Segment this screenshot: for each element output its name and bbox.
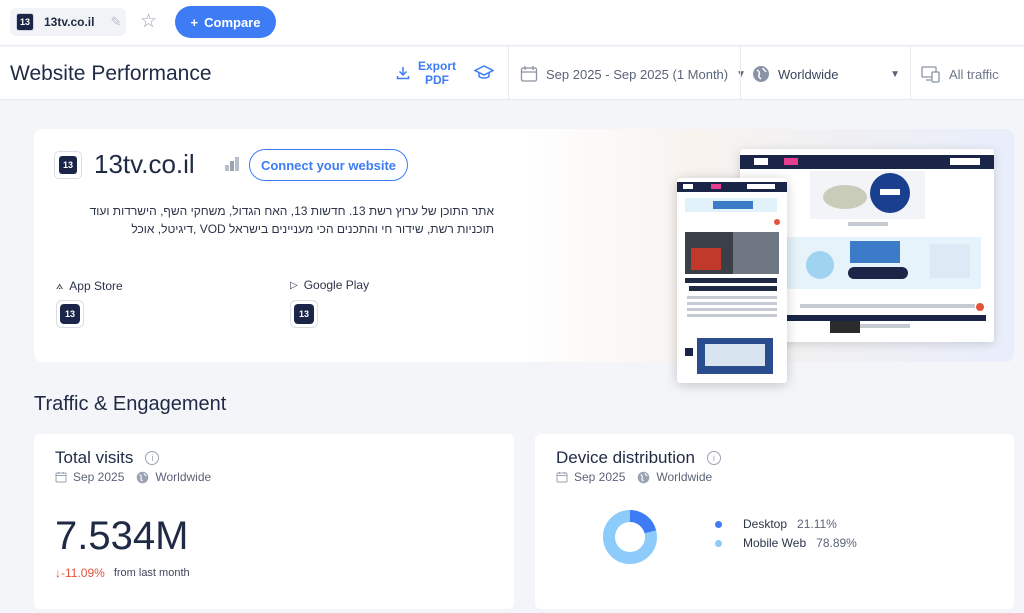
- plus-icon: +: [190, 14, 199, 30]
- compare-label: Compare: [204, 14, 261, 30]
- legend-dot: [715, 539, 722, 547]
- pencil-icon[interactable]: ✎: [110, 14, 121, 30]
- total-visits-meta: Sep 2025 Worldwide: [55, 470, 211, 484]
- top-bar: 13 13tv.co.il ✎ ☆ + Compare: [0, 0, 1024, 46]
- site-logo-mark: 13: [59, 156, 77, 174]
- date-range-selector[interactable]: Sep 2025 - Sep 2025 (1 Month) ▼: [520, 65, 746, 83]
- total-visits-value: 7.534M: [55, 514, 189, 558]
- total-visits-title: Total visits i: [55, 448, 160, 468]
- section-title: Traffic & Engagement: [34, 393, 227, 415]
- divider: [508, 47, 509, 100]
- device-distribution-meta: Sep 2025 Worldwide: [556, 470, 712, 484]
- info-icon[interactable]: i: [145, 451, 160, 465]
- legend-value: 21.11%: [797, 517, 837, 531]
- app-icon-mark: 13: [60, 304, 80, 324]
- star-icon[interactable]: ☆: [140, 10, 157, 33]
- total-visits-period: Sep 2025: [73, 470, 125, 484]
- total-visits-card: Total visits i Sep 2025 Worldwide 7.534M…: [34, 434, 514, 609]
- app-store-text: App Store: [69, 278, 123, 293]
- site-logo: 13: [54, 151, 82, 179]
- mobile-screenshot-image: [677, 182, 787, 374]
- calendar-icon: [520, 66, 538, 82]
- site-domain: 13tv.co.il: [94, 149, 195, 179]
- google-play-icon: ▷: [290, 279, 298, 291]
- site-chip[interactable]: 13 13tv.co.il ✎: [10, 8, 126, 36]
- site-chip-name: 13tv.co.il: [44, 15, 95, 29]
- total-visits-geo: Worldwide: [155, 470, 212, 484]
- chevron-down-icon: ▼: [736, 68, 747, 80]
- traffic-type-selector[interactable]: All traffic: [921, 65, 999, 83]
- export-line-2: PDF: [425, 73, 449, 87]
- device-distribution-geo: Worldwide: [656, 470, 713, 484]
- device-distribution-card: Device distribution i Sep 2025 Worldwide…: [535, 434, 1014, 609]
- total-visits-title-text: Total visits: [55, 448, 134, 467]
- device-distribution-period: Sep 2025: [574, 470, 626, 484]
- graduation-cap-icon[interactable]: [474, 64, 494, 80]
- app-store-label: ⟑ App Store: [56, 278, 123, 293]
- mobile-screenshot: [677, 178, 787, 383]
- devices-icon: [921, 66, 940, 83]
- app-icon-mark: 13: [294, 304, 314, 324]
- country-text: Worldwide: [778, 66, 839, 82]
- connect-website-button[interactable]: Connect your website: [249, 149, 408, 181]
- app-store-app-icon[interactable]: 13: [56, 300, 84, 328]
- total-visits-change-note: from last month: [113, 567, 190, 579]
- export-line-1: Export: [418, 59, 457, 73]
- page-title: Website Performance: [10, 62, 212, 85]
- total-visits-change: ↓-11.09% from last month: [55, 566, 190, 580]
- total-visits-change-value: -11.09%: [61, 566, 105, 580]
- google-play-text: Google Play: [303, 278, 370, 292]
- globe-icon: [137, 471, 149, 483]
- legend-label: Desktop: [743, 517, 788, 531]
- page-header: Website Performance Export PDF Sep 2025 -…: [0, 47, 1024, 100]
- legend-label: Mobile Web: [743, 536, 807, 550]
- chevron-down-icon: ▼: [890, 68, 900, 80]
- device-distribution-title-text: Device distribution: [556, 448, 695, 467]
- legend-mobile-web: Mobile Web 78.89%: [715, 536, 857, 550]
- globe-icon: [753, 66, 769, 82]
- rank-bars-icon: [225, 157, 239, 171]
- calendar-icon: [556, 472, 568, 483]
- traffic-type-text: All traffic: [949, 66, 999, 82]
- divider: [910, 47, 911, 100]
- legend-value: 78.89%: [816, 536, 857, 550]
- google-play-app-icon[interactable]: 13: [290, 300, 318, 328]
- legend-dot: [715, 520, 722, 528]
- app-store-icon: ⟑: [56, 278, 64, 292]
- google-play-label: ▷ Google Play: [290, 278, 369, 292]
- country-selector[interactable]: Worldwide ▼: [752, 65, 900, 83]
- export-pdf-button[interactable]: Export PDF: [396, 59, 456, 87]
- calendar-icon: [55, 472, 67, 483]
- info-icon[interactable]: i: [706, 451, 721, 465]
- divider: [740, 47, 741, 100]
- legend-desktop: Desktop 21.11%: [715, 517, 837, 531]
- compare-button[interactable]: + Compare: [175, 6, 276, 38]
- device-distribution-title: Device distribution i: [556, 448, 721, 468]
- download-icon: [396, 67, 410, 80]
- site-description: אתר התוכן של ערוץ רשת 13. חדשות 13, האח …: [89, 204, 494, 236]
- device-donut-chart: [603, 510, 657, 564]
- date-range-text: Sep 2025 - Sep 2025 (1 Month): [546, 66, 729, 82]
- globe-icon: [638, 471, 650, 483]
- site-favicon: 13: [16, 13, 34, 31]
